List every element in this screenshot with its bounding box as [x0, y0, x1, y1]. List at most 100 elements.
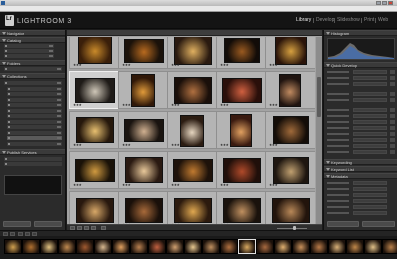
photo-thumbnail[interactable]	[125, 198, 163, 223]
grid-cell[interactable]: ★★★	[69, 71, 120, 109]
row-control[interactable]	[353, 120, 387, 124]
grid-cell[interactable]: ★★★	[69, 111, 120, 149]
photo-thumbnail[interactable]	[125, 157, 163, 183]
star-rating[interactable]: ★★★	[73, 103, 82, 107]
row-control[interactable]	[353, 92, 387, 96]
photo-thumbnail[interactable]	[273, 157, 309, 184]
photo-thumbnail[interactable]	[272, 198, 310, 223]
photo-thumbnail[interactable]	[180, 115, 204, 147]
photo-thumbnail[interactable]	[78, 37, 112, 64]
filmstrip-thumbnail[interactable]	[4, 239, 22, 254]
photo-thumbnail[interactable]	[124, 119, 164, 142]
grid-cell[interactable]: ★★★	[216, 71, 267, 109]
sync-button[interactable]	[327, 221, 359, 227]
photo-thumbnail[interactable]	[173, 159, 213, 182]
row-button[interactable]	[390, 120, 395, 124]
row-control[interactable]	[353, 98, 387, 102]
row-button[interactable]	[390, 82, 395, 86]
star-rating[interactable]: ★★★	[269, 183, 278, 187]
catalog-row[interactable]	[4, 54, 54, 58]
row-control[interactable]	[353, 114, 387, 118]
close-icon[interactable]	[388, 1, 393, 5]
collection-row[interactable]	[7, 103, 62, 107]
row-button[interactable]	[390, 98, 395, 102]
keywording-header[interactable]: Keywording	[324, 159, 397, 165]
catalog-header[interactable]: Catalog	[0, 37, 65, 43]
module-print[interactable]: Print	[364, 17, 374, 24]
filmstrip-thumbnail[interactable]	[94, 239, 112, 254]
star-rating[interactable]: ★★★	[122, 63, 131, 67]
grid-cell[interactable]: ★★★	[167, 71, 218, 109]
photo-thumbnail[interactable]	[174, 198, 212, 223]
collection-row[interactable]	[7, 92, 62, 96]
collection-row[interactable]	[7, 119, 62, 124]
collection-row[interactable]	[7, 114, 62, 118]
photo-thumbnail[interactable]	[174, 77, 212, 104]
star-rating[interactable]: ★★★	[73, 63, 82, 67]
photo-thumbnail[interactable]	[230, 114, 252, 147]
photo-thumbnail[interactable]	[223, 198, 261, 223]
filmstrip-thumbnail[interactable]	[22, 239, 40, 254]
metadata-field[interactable]	[353, 181, 387, 185]
grid-cell[interactable]: ★★★	[216, 111, 267, 149]
grid-cell[interactable]: ★★★	[216, 191, 267, 224]
grid-cell[interactable]: ★★★	[118, 151, 169, 189]
collection-row[interactable]	[7, 125, 62, 129]
metadata-field[interactable]	[353, 187, 387, 191]
photo-thumbnail[interactable]	[124, 39, 164, 63]
grid-cell[interactable]: ★★★	[265, 151, 315, 189]
row-button[interactable]	[390, 76, 395, 80]
grid-cell[interactable]: ★★★	[118, 191, 169, 224]
row-control[interactable]	[353, 82, 387, 86]
filmstrip-thumbnail[interactable]	[310, 239, 328, 254]
module-web[interactable]: Web	[378, 17, 388, 24]
photo-thumbnail[interactable]	[223, 158, 261, 183]
row-button[interactable]	[390, 138, 395, 142]
photo-thumbnail[interactable]	[131, 74, 155, 107]
star-rating[interactable]: ★★★	[269, 63, 278, 67]
star-rating[interactable]: ★★★	[171, 63, 180, 67]
metadata-field[interactable]	[353, 211, 387, 215]
histogram-header[interactable]: Histogram	[324, 30, 397, 36]
photo-thumbnail[interactable]	[224, 38, 260, 63]
metadata-field[interactable]	[353, 205, 387, 209]
grid-cell[interactable]: ★★★	[118, 37, 169, 69]
photo-thumbnail[interactable]	[174, 37, 212, 65]
row-button[interactable]	[390, 144, 395, 148]
grid-cell[interactable]: ★★★	[69, 37, 120, 69]
star-rating[interactable]: ★★★	[220, 63, 229, 67]
maximize-icon[interactable]	[382, 1, 387, 5]
photo-thumbnail[interactable]	[273, 116, 309, 144]
grid-cell[interactable]: ★★★	[216, 37, 267, 69]
filmstrip-thumbnail[interactable]	[112, 239, 130, 254]
collection-row[interactable]	[7, 86, 62, 91]
navigator-header[interactable]: Navigator	[0, 30, 65, 36]
photo-thumbnail[interactable]	[222, 78, 262, 103]
filmstrip-thumbnail[interactable]	[148, 239, 166, 254]
module-library[interactable]: Library	[296, 17, 311, 24]
row-control[interactable]	[353, 126, 387, 130]
row-button[interactable]	[390, 108, 395, 112]
row-control[interactable]	[353, 108, 387, 112]
row-button[interactable]	[390, 150, 395, 154]
row-control[interactable]	[353, 138, 387, 142]
scrollbar-thumb[interactable]	[317, 77, 321, 117]
filmstrip-thumbnail[interactable]	[58, 239, 76, 254]
collection-row[interactable]	[4, 81, 62, 85]
catalog-row[interactable]	[4, 44, 54, 48]
filmstrip-thumbnail[interactable]	[220, 239, 238, 254]
star-rating[interactable]: ★★★	[122, 103, 131, 107]
grid-cell[interactable]: ★★★	[167, 111, 218, 149]
metadata-field[interactable]	[353, 193, 387, 197]
publish-service-row[interactable]	[4, 162, 62, 166]
module-slideshow[interactable]: Slideshow	[337, 17, 360, 24]
photo-thumbnail[interactable]	[76, 117, 114, 143]
filmstrip-thumbnail[interactable]	[292, 239, 310, 254]
filmstrip-thumbnail[interactable]	[274, 239, 292, 254]
row-button[interactable]	[390, 114, 395, 118]
filmstrip-thumbnail[interactable]	[184, 239, 202, 254]
catalog-row[interactable]	[4, 49, 54, 53]
row-button[interactable]	[390, 126, 395, 130]
photo-thumbnail[interactable]	[76, 198, 114, 223]
row-control[interactable]	[353, 76, 387, 80]
